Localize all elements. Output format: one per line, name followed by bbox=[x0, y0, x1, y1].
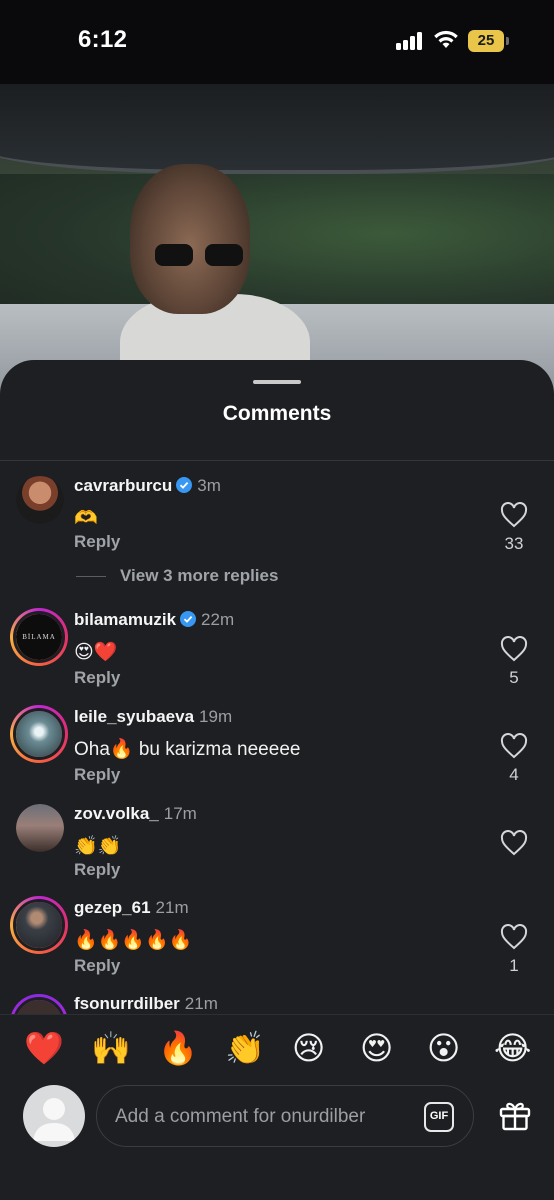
current-user-avatar[interactable] bbox=[23, 1085, 85, 1147]
heart-like-icon[interactable] bbox=[500, 924, 528, 950]
reply-button[interactable]: Reply bbox=[74, 956, 120, 976]
gif-button[interactable]: GIF bbox=[424, 1102, 454, 1132]
avatar-story-ring[interactable]: BİLAMA bbox=[10, 608, 68, 666]
comment-input-placeholder: Add a comment for onurdilber bbox=[115, 1106, 366, 1127]
battery-level: 25 bbox=[477, 32, 495, 49]
verified-badge-icon bbox=[176, 477, 193, 493]
avatar[interactable] bbox=[16, 804, 64, 852]
emoji-reaction-bar: ❤️ 🙌 🔥 👏 😢 😍 😮 😂 bbox=[0, 1014, 554, 1082]
view-more-replies-label: View 3 more replies bbox=[120, 566, 279, 585]
comment-item: fsonurrdilber 21m bbox=[0, 994, 554, 1014]
reply-button[interactable]: Reply bbox=[74, 668, 120, 688]
comment-time: 22m bbox=[201, 610, 235, 629]
heart-like-icon[interactable] bbox=[500, 733, 528, 759]
avatar[interactable] bbox=[16, 476, 64, 524]
comment-time: 17m bbox=[163, 804, 197, 823]
comment-text: 🔥🔥🔥🔥🔥 bbox=[74, 930, 193, 951]
reply-button[interactable]: Reply bbox=[74, 532, 120, 552]
wifi-icon bbox=[434, 30, 458, 48]
avatar-story-ring[interactable] bbox=[10, 994, 68, 1014]
avatar-story-ring[interactable] bbox=[10, 705, 68, 763]
verified-badge-icon bbox=[180, 611, 197, 627]
comment-text: Oha🔥 bu karizma neeeee bbox=[74, 739, 301, 760]
comment-input[interactable]: Add a comment for onurdilber GIF bbox=[96, 1085, 474, 1147]
comment-time: 3m bbox=[197, 476, 221, 495]
comment-item: zov.volka_ 17m 👏👏 Reply bbox=[0, 804, 554, 894]
comment-text: 🫶 bbox=[74, 508, 98, 529]
reaction-raised-hands[interactable]: 🙌 bbox=[91, 1029, 131, 1067]
status-time: 6:12 bbox=[78, 26, 128, 53]
like-count: 5 bbox=[509, 668, 519, 687]
comment-time: 21m bbox=[184, 994, 218, 1013]
comment-item: BİLAMA bilamamuzik 22m 😍❤️ Reply 5 bbox=[0, 608, 554, 700]
heart-like-icon[interactable] bbox=[500, 636, 528, 662]
comment-username[interactable]: bilamamuzik bbox=[74, 610, 176, 629]
view-more-replies-button[interactable]: View 3 more replies bbox=[76, 566, 278, 586]
like-count: 4 bbox=[509, 765, 519, 784]
battery-icon: 25 bbox=[468, 30, 510, 52]
like-count: 33 bbox=[504, 534, 524, 553]
avatar-logo-text: BİLAMA bbox=[16, 614, 62, 660]
comment-time: 21m bbox=[155, 898, 189, 917]
comment-item: leile_syubaeva 19m Oha🔥 bu karizma neeeee… bbox=[0, 705, 554, 797]
sheet-title: Comments bbox=[222, 402, 332, 425]
comment-username[interactable]: gezep_61 bbox=[74, 898, 151, 917]
header-divider bbox=[0, 460, 554, 461]
reaction-fire[interactable]: 🔥 bbox=[158, 1029, 198, 1067]
comment-username[interactable]: leile_syubaeva bbox=[74, 707, 194, 726]
heart-like-icon[interactable] bbox=[500, 830, 528, 856]
heart-like-icon[interactable] bbox=[500, 502, 528, 528]
reaction-crying[interactable]: 😢 bbox=[292, 1029, 325, 1067]
comment-username[interactable]: cavrarburcu bbox=[74, 476, 172, 495]
comment-composer: Add a comment for onurdilber GIF bbox=[0, 1082, 554, 1200]
status-bar: 6:12 25 bbox=[0, 0, 554, 84]
sheet-drag-handle[interactable] bbox=[253, 380, 301, 384]
reaction-clap[interactable]: 👏 bbox=[225, 1029, 265, 1067]
video-preview[interactable] bbox=[0, 84, 554, 404]
comment-text: 😍❤️ bbox=[74, 642, 118, 663]
default-avatar-icon bbox=[33, 1098, 75, 1141]
cellular-signal-icon bbox=[396, 32, 426, 50]
reaction-heart-eyes[interactable]: 😍 bbox=[360, 1029, 393, 1067]
reaction-surprised[interactable]: 😮 bbox=[427, 1029, 460, 1067]
reaction-heart[interactable]: ❤️ bbox=[24, 1029, 64, 1067]
comment-time: 19m bbox=[199, 707, 233, 726]
comment-username[interactable]: fsonurrdilber bbox=[74, 994, 180, 1013]
reaction-laughing[interactable]: 😂 bbox=[494, 1029, 531, 1067]
comment-username[interactable]: zov.volka_ bbox=[74, 804, 159, 823]
gift-icon[interactable] bbox=[498, 1098, 532, 1132]
comment-item: gezep_61 21m 🔥🔥🔥🔥🔥 Reply 1 bbox=[0, 896, 554, 988]
comment-text: 👏👏 bbox=[74, 836, 122, 857]
reply-button[interactable]: Reply bbox=[74, 765, 120, 785]
avatar-story-ring[interactable] bbox=[10, 896, 68, 954]
like-count: 1 bbox=[509, 956, 519, 975]
reply-button[interactable]: Reply bbox=[74, 860, 120, 880]
